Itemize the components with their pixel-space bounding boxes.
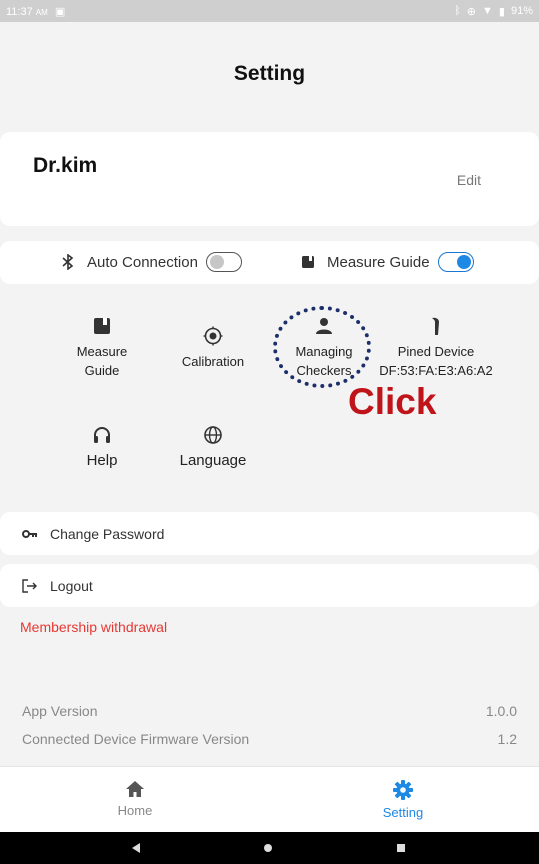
- calibration-menu[interactable]: Calibration: [158, 326, 268, 371]
- status-ampm: AM: [35, 7, 48, 17]
- logout-label: Logout: [50, 577, 93, 594]
- nav-setting[interactable]: Setting: [328, 779, 478, 820]
- managing-checkers-label-2: Checkers: [296, 363, 352, 378]
- firmware-version-value: 1.2: [497, 731, 517, 747]
- target-icon: [203, 326, 223, 346]
- measure-guide-toggle[interactable]: [437, 252, 474, 272]
- managing-checkers-label-1: Managing: [295, 344, 353, 359]
- wifi-icon: ▼: [482, 5, 493, 17]
- device-probe-icon: [432, 317, 439, 335]
- key-icon: [22, 529, 37, 538]
- nav-home[interactable]: Home: [60, 779, 210, 818]
- help-menu-label: Help: [86, 452, 118, 469]
- home-icon: [126, 781, 144, 797]
- calibration-menu-label: Calibration: [181, 354, 245, 369]
- logout-icon: [22, 578, 37, 593]
- book-icon: [94, 318, 110, 334]
- profile-name: Dr.kim: [33, 154, 98, 177]
- book-icon: [302, 256, 314, 268]
- change-password-label: Change Password: [50, 525, 165, 542]
- pined-device-label: Pined Device: [397, 344, 475, 359]
- toggle-knob: [456, 255, 471, 269]
- nav-home-label: Home: [117, 803, 153, 818]
- page-title: Setting: [233, 62, 306, 85]
- toggle-knob: [209, 255, 224, 269]
- nav-setting-label: Setting: [382, 805, 424, 820]
- headset-icon: [94, 427, 110, 443]
- status-bar: 11:37 AM ▣ ᛒ ⊕ ▼ ▮ 91%: [0, 0, 539, 22]
- status-time: 11:37: [6, 5, 33, 18]
- bottom-navigation: Home Setting: [0, 766, 539, 832]
- gear-icon: [393, 780, 413, 800]
- status-right: ᛒ ⊕ ▼ ▮ 91%: [454, 5, 533, 18]
- globe-icon: [204, 426, 222, 444]
- language-menu[interactable]: Language: [158, 425, 268, 470]
- recents-icon[interactable]: [396, 843, 406, 853]
- click-annotation: Click: [348, 381, 437, 422]
- status-left: 11:37 AM ▣: [6, 5, 65, 18]
- edit-profile-button[interactable]: Edit: [457, 172, 481, 188]
- battery-level: 91%: [510, 5, 533, 17]
- app-version-value: 1.0.0: [485, 703, 517, 719]
- membership-withdrawal-link[interactable]: Membership withdrawal: [20, 619, 167, 635]
- language-menu-label: Language: [179, 452, 247, 469]
- auto-connection-setting: Auto Connection: [61, 252, 242, 272]
- pined-device-menu[interactable]: Pined Device DF:53:FA:E3:A6:A2: [376, 316, 496, 380]
- back-icon[interactable]: [131, 842, 141, 854]
- measure-guide-menu-label-1: Measure: [76, 344, 128, 359]
- firmware-version-label: Connected Device Firmware Version: [22, 731, 250, 747]
- logout-button[interactable]: Logout: [0, 564, 539, 607]
- auto-connection-toggle[interactable]: [205, 252, 242, 272]
- app-version-row: App Version 1.0.0: [22, 703, 517, 719]
- measure-guide-menu[interactable]: Measure Guide: [47, 316, 157, 380]
- help-menu[interactable]: Help: [47, 425, 157, 470]
- app-version-label: App Version: [22, 703, 98, 719]
- managing-checkers-menu[interactable]: Managing Checkers: [269, 316, 379, 380]
- notification-icon: ▣: [54, 5, 66, 18]
- measure-guide-label: Measure Guide: [327, 253, 430, 271]
- bluetooth-status-icon: ᛒ: [454, 5, 461, 17]
- person-icon: [316, 318, 332, 334]
- auto-connection-label: Auto Connection: [87, 253, 198, 271]
- pined-device-address: DF:53:FA:E3:A6:A2: [379, 363, 493, 378]
- system-navigation-bar: [0, 832, 539, 864]
- change-password-button[interactable]: Change Password: [0, 512, 539, 555]
- firmware-version-row: Connected Device Firmware Version 1.2: [22, 731, 517, 747]
- measure-guide-menu-label-2: Guide: [84, 363, 120, 378]
- profile-card: Dr.kim Edit: [0, 132, 539, 226]
- bluetooth-icon: [62, 254, 74, 270]
- home-button-icon[interactable]: [263, 843, 273, 853]
- measure-guide-setting: Measure Guide: [301, 252, 474, 272]
- toggle-card: Auto Connection Measure Guide: [0, 241, 539, 284]
- battery-icon: ▮: [498, 5, 505, 18]
- location-icon: ⊕: [466, 5, 477, 18]
